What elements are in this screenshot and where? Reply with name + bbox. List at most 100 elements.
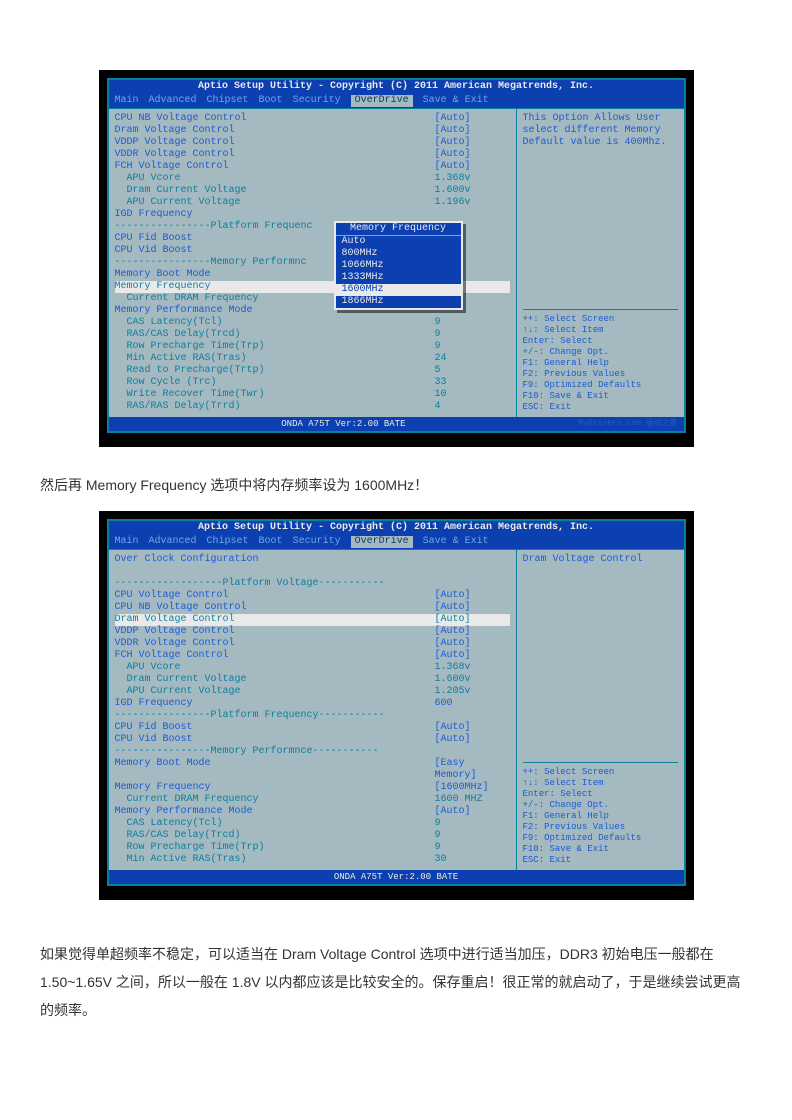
- setting-row[interactable]: CPU NB Voltage Control[Auto]: [115, 602, 510, 614]
- setting-row[interactable]: FCH Voltage Control[Auto]: [115, 161, 510, 173]
- setting-row: CAS Latency(Tcl)9: [115, 317, 510, 329]
- popup-option[interactable]: 1333MHz: [336, 272, 461, 284]
- bios-menu: Main Advanced Chipset Boot Security OverDrive…: [109, 535, 684, 549]
- bios-footer: ONDA A75T Ver:2.00 BATE: [109, 870, 684, 884]
- setting-label: Current DRAM Frequency: [115, 794, 435, 806]
- menu-item[interactable]: Main: [115, 536, 139, 548]
- setting-row[interactable]: Memory Performance Mode[Auto]: [115, 806, 510, 818]
- setting-value: 1.368v: [435, 173, 510, 185]
- setting-value: 5: [435, 365, 510, 377]
- setting-row[interactable]: FCH Voltage Control[Auto]: [115, 650, 510, 662]
- setting-row: CAS Latency(Tcl)9: [115, 818, 510, 830]
- setting-value: [Auto]: [435, 113, 510, 125]
- setting-value: 4: [435, 401, 510, 413]
- setting-row[interactable]: VDDR Voltage Control[Auto]: [115, 149, 510, 161]
- legend-line: F1: General Help: [523, 811, 678, 822]
- setting-label: Row Precharge Time(Trp): [115, 341, 435, 353]
- legend-line: F10: Save & Exit: [523, 844, 678, 855]
- legend-line: Enter: Select: [523, 789, 678, 800]
- setting-value: [Auto]: [435, 722, 510, 734]
- setting-label: Dram Current Voltage: [115, 185, 435, 197]
- setting-row[interactable]: CPU Voltage Control[Auto]: [115, 590, 510, 602]
- legend-line: F9: Optimized Defaults: [523, 380, 678, 391]
- setting-row[interactable]: IGD Frequency600: [115, 698, 510, 710]
- setting-value: 1.600v: [435, 674, 510, 686]
- key-legend: ++: Select Screen↑↓: Select ItemEnter: S…: [523, 762, 678, 866]
- bios-help-pane: Dram Voltage Control ++: Select Screen↑↓…: [517, 550, 684, 870]
- setting-value: 9: [435, 842, 510, 854]
- setting-value: [435, 578, 510, 590]
- setting-row: ----------------Platform Frequency------…: [115, 710, 510, 722]
- setting-row: APU Vcore1.368v: [115, 662, 510, 674]
- menu-item[interactable]: Advanced: [149, 536, 197, 548]
- setting-row[interactable]: Dram Voltage Control[Auto]: [115, 614, 510, 626]
- popup-option[interactable]: Auto: [336, 236, 461, 248]
- setting-value: 9: [435, 341, 510, 353]
- setting-value: [435, 209, 510, 221]
- setting-label: ------------------Platform Voltage------…: [115, 578, 435, 590]
- setting-value: 600: [435, 698, 510, 710]
- setting-label: RAS/CAS Delay(Trcd): [115, 329, 435, 341]
- popup-option[interactable]: 1600MHz: [336, 284, 461, 296]
- setting-value: 9: [435, 329, 510, 341]
- legend-line: F1: General Help: [523, 358, 678, 369]
- setting-row[interactable]: Memory Frequency[1600MHz]: [115, 782, 510, 794]
- menu-item[interactable]: Chipset: [207, 95, 249, 107]
- bios-title: Aptio Setup Utility - Copyright (C) 2011…: [109, 80, 684, 94]
- setting-row[interactable]: CPU Fid Boost[Auto]: [115, 722, 510, 734]
- menu-item[interactable]: Security: [293, 536, 341, 548]
- setting-label: IGD Frequency: [115, 698, 435, 710]
- setting-label: APU Vcore: [115, 173, 435, 185]
- setting-label: ----------------Memory Performnce-------…: [115, 746, 435, 758]
- popup-option[interactable]: 1866MHz: [336, 296, 461, 308]
- popup-option[interactable]: 800MHz: [336, 248, 461, 260]
- setting-label: CPU NB Voltage Control: [115, 602, 435, 614]
- menu-item[interactable]: Advanced: [149, 95, 197, 107]
- bios-menu: Main Advanced Chipset Boot Security OverDrive…: [109, 94, 684, 108]
- setting-value: [Auto]: [435, 614, 510, 626]
- setting-row[interactable]: Memory Boot Mode[Easy Memory]: [115, 758, 510, 782]
- menu-item[interactable]: Chipset: [207, 536, 249, 548]
- setting-row[interactable]: VDDP Voltage Control[Auto]: [115, 137, 510, 149]
- setting-value: [Easy Memory]: [435, 758, 510, 782]
- setting-label: IGD Frequency: [115, 209, 435, 221]
- setting-row[interactable]: VDDP Voltage Control[Auto]: [115, 626, 510, 638]
- bios-help-pane: This Option Allows User select different…: [517, 109, 684, 417]
- legend-line: ++: Select Screen: [523, 767, 678, 778]
- setting-row: Dram Current Voltage1.600v: [115, 185, 510, 197]
- menu-item[interactable]: Security: [293, 95, 341, 107]
- menu-item[interactable]: Boot: [259, 536, 283, 548]
- setting-row: APU Current Voltage1.196v: [115, 197, 510, 209]
- menu-item[interactable]: Main: [115, 95, 139, 107]
- setting-label: Row Cycle (Trc): [115, 377, 435, 389]
- setting-row[interactable]: IGD Frequency: [115, 209, 510, 221]
- menu-item[interactable]: Save & Exit: [423, 536, 489, 548]
- setting-row: ------------------Platform Voltage------…: [115, 578, 510, 590]
- setting-value: [Auto]: [435, 149, 510, 161]
- setting-row[interactable]: Dram Voltage Control[Auto]: [115, 125, 510, 137]
- memory-frequency-popup: Memory Frequency Auto800MHz1066MHz1333MH…: [334, 221, 463, 310]
- paragraph-1: 然后再 Memory Frequency 选项中将内存频率设为 1600MHz！: [40, 471, 752, 499]
- setting-row[interactable]: VDDR Voltage Control[Auto]: [115, 638, 510, 650]
- menu-item[interactable]: OverDrive: [351, 95, 413, 107]
- menu-item[interactable]: Save & Exit: [423, 95, 489, 107]
- setting-value: 1.196v: [435, 197, 510, 209]
- menu-item[interactable]: Boot: [259, 95, 283, 107]
- setting-value: 1.600v: [435, 185, 510, 197]
- setting-row[interactable]: CPU Vid Boost[Auto]: [115, 734, 510, 746]
- setting-label: CPU Fid Boost: [115, 722, 435, 734]
- legend-line: ↑↓: Select Item: [523, 325, 678, 336]
- bios-body: CPU NB Voltage Control[Auto]Dram Voltage…: [109, 108, 684, 417]
- bios-title: Aptio Setup Utility - Copyright (C) 2011…: [109, 521, 684, 535]
- setting-row: RAS/RAS Delay(Trrd)4: [115, 401, 510, 413]
- setting-value: 9: [435, 818, 510, 830]
- menu-item[interactable]: OverDrive: [351, 536, 413, 548]
- setting-row[interactable]: CPU NB Voltage Control[Auto]: [115, 113, 510, 125]
- popup-option[interactable]: 1066MHz: [336, 260, 461, 272]
- setting-label: VDDP Voltage Control: [115, 137, 435, 149]
- bios-left-pane: CPU NB Voltage Control[Auto]Dram Voltage…: [109, 109, 517, 417]
- setting-row: Row Precharge Time(Trp)9: [115, 842, 510, 854]
- setting-label: Memory Performance Mode: [115, 806, 435, 818]
- setting-row: Current DRAM Frequency1600 MHZ: [115, 794, 510, 806]
- bios-footer: ONDA A75T Ver:2.00 BATE MyDrivers.com 驱动…: [109, 417, 684, 431]
